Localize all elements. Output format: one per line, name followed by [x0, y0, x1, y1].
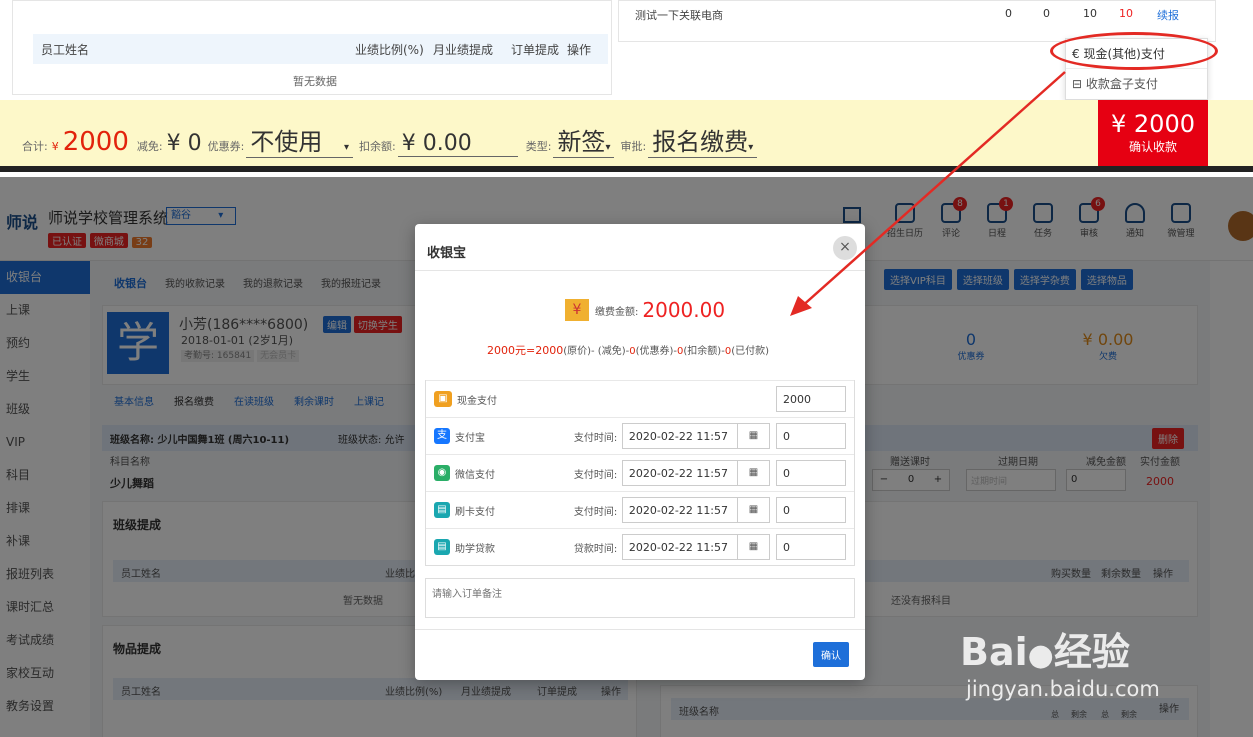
- arrow-line: [799, 71, 1066, 309]
- annotation-arrow: [790, 71, 1066, 316]
